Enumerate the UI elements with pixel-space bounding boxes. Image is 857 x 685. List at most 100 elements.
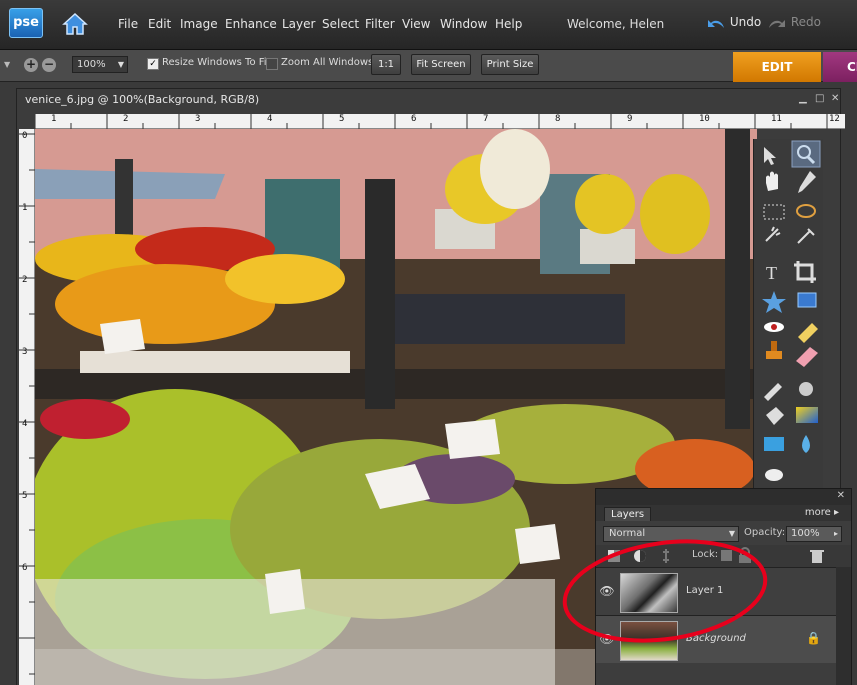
toolbox: T bbox=[753, 139, 823, 489]
chevron-right-icon: ▸ bbox=[833, 529, 838, 538]
layers-panel-tabs: Layers more ▸ bbox=[596, 505, 851, 521]
resize-windows-label: Resize Windows To Fit bbox=[162, 57, 271, 68]
more-menu-button[interactable]: more ▸ bbox=[805, 507, 839, 518]
layer-row-layer-1[interactable]: 👁 Layer 1 bbox=[596, 567, 836, 615]
vertical-ruler: 0 1 2 3 4 5 6 bbox=[19, 129, 35, 685]
menu-enhance[interactable]: Enhance bbox=[225, 17, 277, 31]
eraser-tool-icon[interactable] bbox=[792, 343, 818, 369]
menu-help[interactable]: Help bbox=[495, 17, 522, 31]
blend-mode-select[interactable]: Normal ▼ bbox=[603, 526, 739, 542]
menu-edit[interactable]: Edit bbox=[148, 17, 171, 31]
shape-tool-icon[interactable] bbox=[760, 431, 786, 457]
custom-shape-tool-icon[interactable] bbox=[760, 289, 786, 315]
ruler-label: 2 bbox=[123, 114, 129, 124]
menu-file[interactable]: File bbox=[118, 17, 138, 31]
redo-button[interactable]: Redo bbox=[767, 15, 821, 30]
clone-stamp-tool-icon[interactable] bbox=[760, 343, 786, 369]
fit-screen-button[interactable]: Fit Screen bbox=[411, 54, 471, 75]
zoom-level-value: 100% bbox=[77, 59, 106, 70]
ruler-label: 11 bbox=[771, 114, 782, 124]
close-icon[interactable]: ✕ bbox=[831, 93, 839, 104]
print-size-button[interactable]: Print Size bbox=[481, 54, 539, 75]
menu-select[interactable]: Select bbox=[322, 17, 359, 31]
redo-label: Redo bbox=[790, 15, 821, 29]
lock-icon: 🔒 bbox=[806, 631, 821, 645]
close-icon[interactable]: ✕ bbox=[837, 490, 845, 501]
cookie-cutter-tool-icon[interactable] bbox=[792, 289, 818, 315]
options-menu-icon[interactable]: ▼ bbox=[4, 60, 10, 69]
ruler-label: 5 bbox=[339, 114, 345, 124]
maximize-icon[interactable]: □ bbox=[815, 93, 824, 104]
zoom-level-field[interactable]: 100% ▼ bbox=[72, 56, 128, 73]
zoom-tool-icon[interactable] bbox=[792, 141, 818, 167]
eyedropper-tool-icon[interactable] bbox=[792, 170, 818, 196]
magic-wand-tool-icon[interactable] bbox=[760, 227, 786, 253]
chevron-down-icon: ▼ bbox=[117, 60, 124, 69]
zoom-in-icon[interactable]: + bbox=[24, 58, 38, 72]
sponge-tool-icon[interactable] bbox=[760, 461, 786, 487]
menu-view[interactable]: View bbox=[402, 17, 430, 31]
ruler-label: 9 bbox=[627, 114, 633, 124]
layers-scrollbar[interactable] bbox=[836, 567, 851, 685]
lock-transparency-icon[interactable] bbox=[719, 548, 735, 564]
tool-options-bar: ▼ + − 100% ▼ ✓ Resize Windows To Fit Zoom… bbox=[0, 50, 857, 82]
menu-bar: pse File Edit Image Enhance Layer Select… bbox=[0, 0, 857, 50]
more-label: more bbox=[804, 507, 831, 518]
crop-tool-icon[interactable] bbox=[792, 259, 818, 285]
hand-tool-icon[interactable] bbox=[760, 170, 786, 196]
tab-layers[interactable]: Layers bbox=[604, 507, 652, 521]
healing-brush-tool-icon[interactable] bbox=[792, 317, 818, 343]
quick-selection-tool-icon[interactable] bbox=[792, 227, 818, 253]
tab-create[interactable]: CR bbox=[823, 52, 857, 82]
welcome-text: Welcome, Helen bbox=[567, 17, 665, 31]
menu-image[interactable]: Image bbox=[180, 17, 218, 31]
menu-window[interactable]: Window bbox=[440, 17, 487, 31]
menu-layer[interactable]: Layer bbox=[282, 17, 315, 31]
eye-icon[interactable]: 👁 bbox=[599, 631, 615, 647]
eye-icon[interactable]: 👁 bbox=[599, 583, 615, 599]
blend-mode-value: Normal bbox=[609, 528, 646, 539]
link-layers-icon[interactable] bbox=[658, 548, 674, 564]
move-tool-icon[interactable] bbox=[760, 141, 786, 167]
opacity-field[interactable]: 100% ▸ bbox=[786, 526, 842, 542]
gradient-tool-icon[interactable] bbox=[792, 403, 818, 429]
ruler-label: 7 bbox=[483, 114, 489, 124]
pse-editor-window: pse File Edit Image Enhance Layer Select… bbox=[0, 0, 857, 685]
actual-pixels-button[interactable]: 1:1 bbox=[371, 54, 401, 75]
menu-filter[interactable]: Filter bbox=[365, 17, 395, 31]
paint-bucket-tool-icon[interactable] bbox=[760, 403, 786, 429]
blur-tool-icon[interactable] bbox=[792, 431, 818, 457]
lasso-tool-icon[interactable] bbox=[792, 199, 818, 225]
lock-all-icon[interactable] bbox=[737, 548, 753, 564]
ruler-label: 2 bbox=[22, 275, 28, 285]
trash-icon[interactable] bbox=[809, 548, 825, 564]
red-eye-tool-icon[interactable] bbox=[760, 317, 786, 343]
brush-tool-icon[interactable] bbox=[760, 379, 786, 405]
tab-edit[interactable]: EDIT bbox=[733, 52, 821, 82]
opacity-label: Opacity: bbox=[744, 527, 786, 538]
home-icon[interactable] bbox=[60, 10, 90, 38]
ruler-label: 3 bbox=[22, 347, 28, 357]
type-tool-icon[interactable] bbox=[760, 259, 786, 285]
undo-button[interactable]: Undo bbox=[706, 15, 761, 30]
layer-name: Layer 1 bbox=[686, 585, 724, 596]
ruler-ticks bbox=[35, 114, 828, 129]
layer-thumbnail bbox=[620, 621, 678, 661]
zoom-all-windows-label: Zoom All Windows bbox=[281, 57, 374, 68]
ruler-label: 4 bbox=[22, 419, 28, 429]
lock-label: Lock: bbox=[692, 549, 719, 560]
opacity-value: 100% bbox=[791, 528, 820, 539]
layers-panel-header: ✕ bbox=[596, 489, 851, 505]
zoom-all-windows-checkbox[interactable] bbox=[266, 58, 278, 70]
zoom-out-icon[interactable]: − bbox=[42, 58, 56, 72]
undo-label: Undo bbox=[729, 15, 762, 29]
layer-name: Background bbox=[686, 633, 746, 644]
ruler-label: 1 bbox=[51, 114, 57, 124]
resize-windows-checkbox[interactable]: ✓ bbox=[147, 58, 159, 70]
rect-marquee-tool-icon[interactable] bbox=[760, 199, 786, 225]
minimize-icon[interactable]: ▁ bbox=[799, 93, 807, 104]
smart-brush-tool-icon[interactable] bbox=[792, 379, 818, 405]
new-layer-icon[interactable] bbox=[606, 548, 622, 564]
layer-row-background[interactable]: 👁 Background 🔒 bbox=[596, 615, 836, 663]
adjustment-layer-icon[interactable] bbox=[632, 548, 648, 564]
